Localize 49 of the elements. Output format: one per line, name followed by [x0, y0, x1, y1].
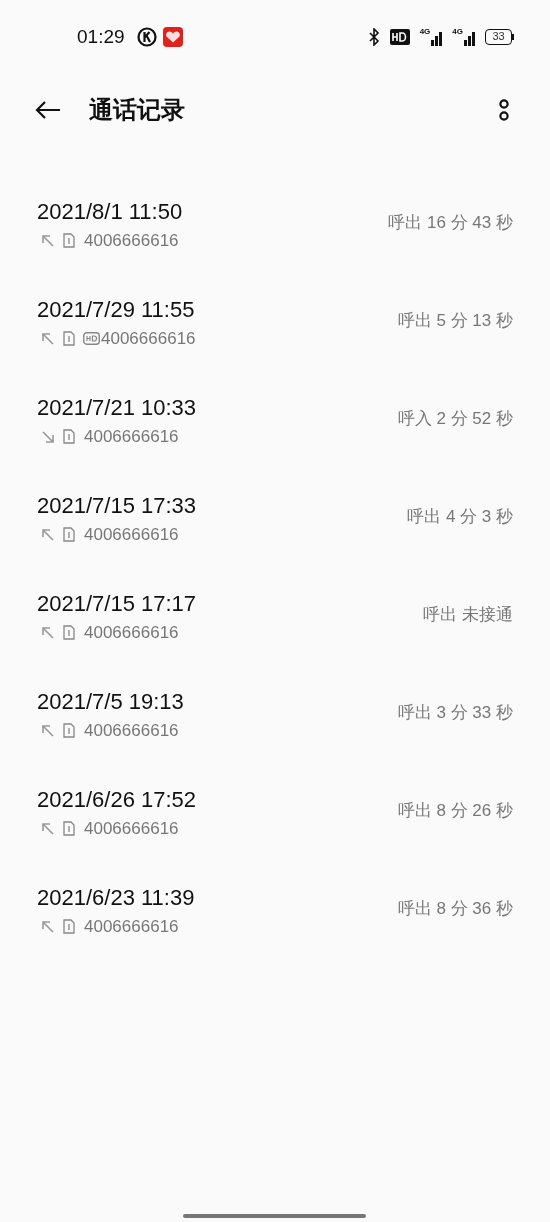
phone-number: 4006666616 — [84, 817, 179, 840]
phone-number: 4006666616 — [84, 523, 179, 546]
call-date: 2021/7/29 11:55 — [37, 295, 196, 324]
call-date: 2021/6/23 11:39 — [37, 883, 195, 912]
status-time: 01:29 — [77, 24, 125, 49]
call-date: 2021/7/15 17:33 — [37, 491, 197, 520]
sim-card-icon — [63, 429, 75, 444]
sim-card-icon — [63, 331, 75, 346]
k-icon — [136, 27, 157, 47]
call-info: 呼出 16 分 43 秒 — [388, 212, 513, 235]
incoming-arrow-icon — [41, 429, 55, 444]
phone-number: 4006666616 — [101, 327, 196, 350]
outgoing-arrow-icon — [41, 527, 55, 542]
phone-number: 4006666616 — [84, 621, 179, 644]
phone-number: 4006666616 — [84, 719, 179, 742]
call-date: 2021/7/21 10:33 — [37, 393, 197, 422]
more-icon[interactable] — [498, 98, 510, 122]
sim-card-icon — [63, 625, 75, 640]
outgoing-arrow-icon — [41, 821, 55, 836]
heart-app-icon — [162, 27, 183, 47]
call-info: 呼出 4 分 3 秒 — [407, 506, 513, 529]
page-title: 通话记录 — [89, 95, 185, 125]
sim-card-icon — [63, 821, 75, 836]
call-date: 2021/8/1 11:50 — [37, 197, 183, 226]
phone-number: 4006666616 — [84, 229, 179, 252]
call-date: 2021/6/26 17:52 — [37, 785, 197, 814]
call-info: 呼入 2 分 52 秒 — [397, 408, 513, 431]
sim-card-icon — [63, 723, 75, 738]
battery-icon: 33 — [485, 29, 514, 45]
outgoing-arrow-icon — [41, 625, 55, 640]
phone-number: 4006666616 — [84, 425, 179, 448]
back-arrow-icon[interactable] — [34, 100, 62, 120]
outgoing-arrow-icon — [41, 723, 55, 738]
outgoing-arrow-icon — [41, 233, 55, 248]
call-info: 呼出 5 分 13 秒 — [397, 310, 513, 333]
sim-card-icon — [63, 919, 75, 934]
call-info: 呼出 3 分 33 秒 — [397, 702, 513, 725]
sim-card-icon — [63, 233, 75, 248]
outgoing-arrow-icon — [41, 331, 55, 346]
phone-number: 4006666616 — [84, 915, 179, 938]
call-info: 呼出 未接通 — [423, 604, 513, 627]
outgoing-arrow-icon — [41, 919, 55, 934]
sim-card-icon — [63, 527, 75, 542]
hd-voice-icon — [389, 29, 410, 45]
call-date: 2021/7/15 17:17 — [37, 589, 197, 618]
call-info: 呼出 8 分 26 秒 — [397, 800, 513, 823]
call-date: 2021/7/5 19:13 — [37, 687, 184, 716]
call-info: 呼出 8 分 36 秒 — [397, 898, 513, 921]
bluetooth-icon — [367, 28, 380, 46]
